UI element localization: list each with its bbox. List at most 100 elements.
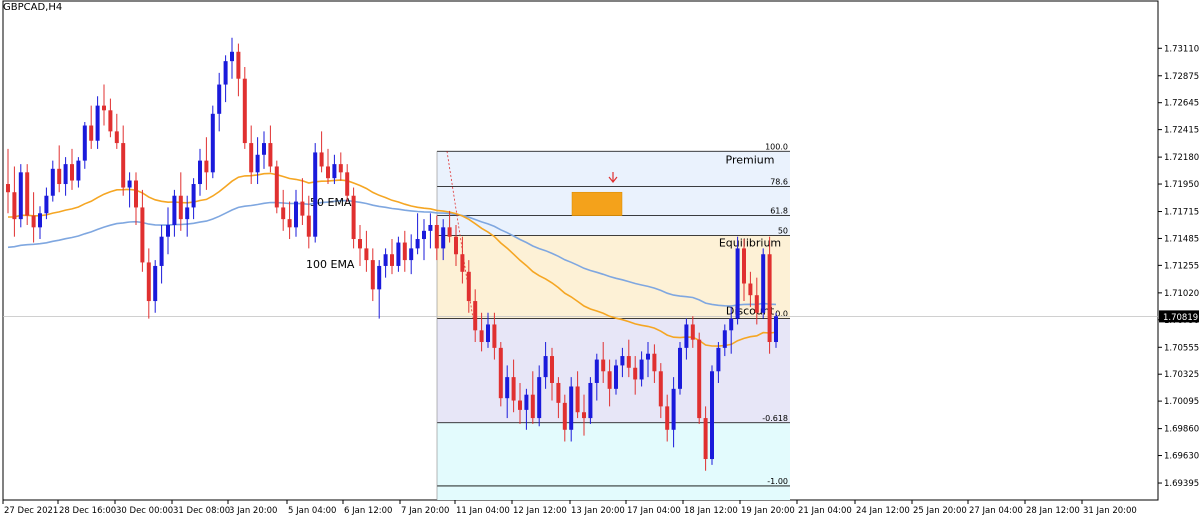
candle-body[interactable] bbox=[454, 236, 458, 255]
candle-body[interactable] bbox=[198, 160, 202, 185]
candle-body[interactable] bbox=[409, 248, 414, 261]
candle-body[interactable] bbox=[722, 330, 727, 348]
candle-body[interactable] bbox=[690, 324, 695, 340]
candle-body[interactable] bbox=[428, 224, 433, 231]
candle-body[interactable] bbox=[505, 377, 510, 399]
candle-body[interactable] bbox=[607, 371, 612, 389]
candle-body[interactable] bbox=[422, 230, 426, 240]
candle-body[interactable] bbox=[338, 164, 343, 173]
candle-body[interactable] bbox=[249, 143, 254, 173]
candle-body[interactable] bbox=[716, 347, 721, 372]
candle-body[interactable] bbox=[38, 213, 42, 228]
candle-body[interactable] bbox=[479, 330, 484, 343]
candle-body[interactable] bbox=[646, 353, 650, 360]
candle-body[interactable] bbox=[748, 283, 753, 296]
candle-body[interactable] bbox=[326, 166, 330, 179]
candle-body[interactable] bbox=[703, 418, 708, 460]
candle-body[interactable] bbox=[402, 242, 407, 261]
candle-body[interactable] bbox=[95, 105, 100, 141]
candle-body[interactable] bbox=[102, 105, 106, 111]
candle-body[interactable] bbox=[767, 254, 772, 343]
candle-body[interactable] bbox=[492, 324, 497, 348]
candle-body[interactable] bbox=[166, 224, 170, 237]
candle-body[interactable] bbox=[140, 207, 145, 263]
candle-body[interactable] bbox=[562, 402, 567, 430]
candle-body[interactable] bbox=[601, 359, 606, 372]
candle-body[interactable] bbox=[498, 347, 503, 399]
candle-body[interactable] bbox=[575, 386, 580, 413]
candle-body[interactable] bbox=[370, 260, 375, 290]
candle-body[interactable] bbox=[319, 152, 324, 167]
candle-body[interactable] bbox=[774, 316, 778, 343]
candle-body[interactable] bbox=[697, 339, 702, 419]
candle-body[interactable] bbox=[191, 184, 196, 208]
candle-body[interactable] bbox=[185, 207, 190, 220]
candle-body[interactable] bbox=[159, 236, 164, 266]
candle-body[interactable] bbox=[18, 172, 23, 220]
candle-body[interactable] bbox=[332, 164, 337, 179]
candle-body[interactable] bbox=[396, 242, 401, 266]
candle-body[interactable] bbox=[377, 265, 382, 290]
candle-body[interactable] bbox=[300, 201, 305, 216]
candle-body[interactable] bbox=[358, 239, 362, 249]
candle-body[interactable] bbox=[742, 248, 746, 284]
candle-body[interactable] bbox=[50, 168, 55, 196]
candle-body[interactable] bbox=[569, 386, 574, 430]
candle-body[interactable] bbox=[114, 131, 119, 144]
candle-body[interactable] bbox=[710, 371, 714, 460]
candle-body[interactable] bbox=[230, 51, 234, 62]
candle-body[interactable] bbox=[665, 406, 670, 430]
candle-body[interactable] bbox=[658, 371, 663, 407]
candle-body[interactable] bbox=[530, 394, 535, 419]
candle-body[interactable] bbox=[146, 262, 151, 302]
candle-body[interactable] bbox=[543, 356, 548, 378]
candle-body[interactable] bbox=[268, 143, 273, 167]
candle-body[interactable] bbox=[639, 359, 644, 380]
candle-body[interactable] bbox=[671, 388, 676, 430]
candle-body[interactable] bbox=[735, 248, 740, 319]
candle-body[interactable] bbox=[306, 215, 311, 237]
candle-body[interactable] bbox=[242, 78, 247, 144]
candle-body[interactable] bbox=[466, 271, 471, 302]
candle-body[interactable] bbox=[178, 195, 183, 220]
candle-body[interactable] bbox=[447, 227, 452, 237]
candle-body[interactable] bbox=[127, 180, 132, 188]
candle-body[interactable] bbox=[351, 195, 356, 240]
candle-body[interactable] bbox=[82, 125, 87, 161]
candle-body[interactable] bbox=[588, 382, 593, 419]
candle-body[interactable] bbox=[31, 215, 36, 228]
candle-body[interactable] bbox=[390, 254, 394, 266]
candle-body[interactable] bbox=[524, 394, 529, 410]
candle-body[interactable] bbox=[761, 254, 766, 313]
candle-body[interactable] bbox=[204, 160, 209, 173]
candle-body[interactable] bbox=[153, 265, 158, 302]
candle-body[interactable] bbox=[76, 160, 81, 181]
candle-body[interactable] bbox=[70, 164, 74, 181]
candle-body[interactable] bbox=[582, 412, 586, 419]
candle-body[interactable] bbox=[294, 201, 298, 228]
candle-body[interactable] bbox=[25, 172, 30, 216]
candle-body[interactable] bbox=[550, 356, 554, 383]
candle-body[interactable] bbox=[486, 324, 490, 343]
candle-body[interactable] bbox=[121, 143, 126, 188]
candle-body[interactable] bbox=[614, 365, 618, 389]
candle-body[interactable] bbox=[217, 84, 222, 114]
price-chart[interactable]: 100.078.661.8500.0-0.618-1.00PremiumEqui… bbox=[0, 0, 1200, 519]
candle-body[interactable] bbox=[620, 356, 625, 366]
candle-body[interactable] bbox=[262, 143, 266, 155]
candle-body[interactable] bbox=[255, 154, 260, 173]
candle-body[interactable] bbox=[511, 377, 516, 401]
candle-body[interactable] bbox=[518, 400, 522, 410]
candle-body[interactable] bbox=[556, 382, 561, 403]
candle-body[interactable] bbox=[57, 168, 62, 185]
candle-body[interactable] bbox=[415, 239, 420, 249]
candle-body[interactable] bbox=[460, 254, 465, 272]
candle-body[interactable] bbox=[236, 51, 241, 79]
candle-body[interactable] bbox=[537, 377, 542, 419]
candle-body[interactable] bbox=[652, 353, 657, 372]
candle-body[interactable] bbox=[441, 227, 446, 249]
candle-body[interactable] bbox=[434, 224, 439, 249]
candle-body[interactable] bbox=[210, 113, 215, 173]
candle-body[interactable] bbox=[684, 324, 689, 348]
candle-body[interactable] bbox=[473, 301, 478, 331]
